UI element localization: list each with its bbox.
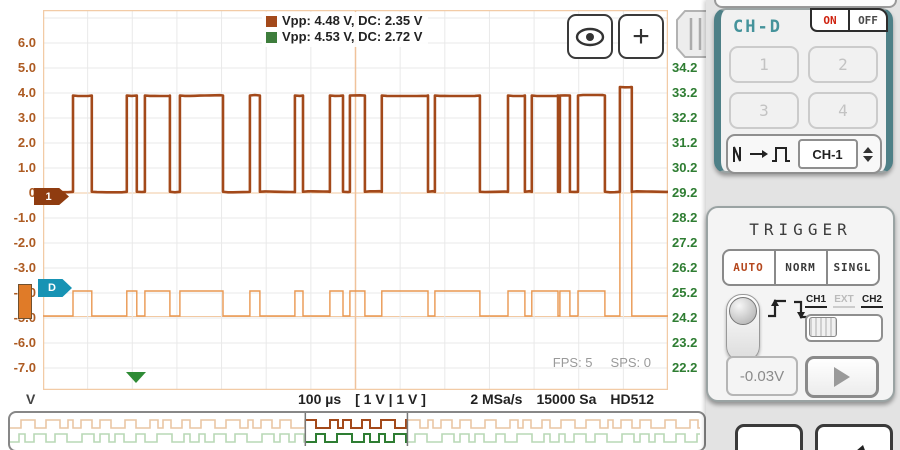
- trigger-time-marker[interactable]: [126, 372, 146, 383]
- right-axis-tick: 22.2: [672, 360, 697, 375]
- sps-value: SPS: 0: [602, 355, 660, 370]
- run-button[interactable]: [805, 356, 879, 398]
- chd-bit-buttons: 1 2 3 4: [721, 46, 886, 129]
- sample-rate: 2 MSa/s: [470, 391, 522, 407]
- ch2-measurements: Vpp: 4.53 V, DC: 2.72 V: [282, 29, 422, 45]
- overview-waveforms: [10, 413, 700, 446]
- trigger-source-labels: CH1 EXT CH2: [805, 294, 883, 308]
- right-axis-tick: 24.2: [672, 310, 697, 325]
- acquisition-info: 2 MSa/s 15000 Sa HD512: [470, 391, 668, 407]
- trigger-mode-auto[interactable]: AUTO: [724, 251, 776, 284]
- add-channel-button[interactable]: +: [618, 14, 664, 59]
- chd-off-button[interactable]: OFF: [850, 10, 886, 30]
- right-axis-tick: 23.2: [672, 335, 697, 350]
- scope-display[interactable]: 6.05.04.03.02.01.00-1.0-2.0-3.0-4.0-5.0-…: [0, 0, 706, 450]
- left-axis-tick: -1.0: [0, 210, 36, 225]
- right-axis-tick: 28.2: [672, 210, 697, 225]
- visibility-button[interactable]: [567, 14, 613, 59]
- signal-generator-button[interactable]: [735, 424, 803, 450]
- left-axis-tick: 2.0: [0, 135, 36, 150]
- coil-icon: [747, 445, 791, 450]
- chd-source-spinner[interactable]: [863, 147, 873, 162]
- timebase-scale[interactable]: 100 µs [ 1 V | 1 V ]: [298, 391, 440, 407]
- left-axis-tick: 1.0: [0, 160, 36, 175]
- chd-bit-1-button[interactable]: 1: [729, 46, 799, 83]
- trigger-mode-singl[interactable]: SINGL: [828, 251, 878, 284]
- waveform-plot[interactable]: [43, 10, 668, 390]
- play-icon: [834, 367, 850, 387]
- chd-onoff-toggle: ON OFF: [810, 8, 888, 32]
- left-axis-tick: -6.0: [0, 335, 36, 350]
- chd-card: CH-D ON OFF 1 2 3 4 CH-1: [714, 8, 893, 173]
- left-axis-tick: 3.0: [0, 110, 36, 125]
- trigger-level-button[interactable]: -0.03V: [726, 356, 798, 396]
- trigger-mode-norm[interactable]: NORM: [776, 251, 828, 284]
- volt-scale-value: [ 1 V | 1 V ]: [355, 391, 426, 407]
- chd-card-title: CH-D: [733, 17, 782, 37]
- left-axis-tick: -2.0: [0, 235, 36, 250]
- chd-source-control[interactable]: CH-1: [726, 134, 882, 174]
- source-ext-label[interactable]: EXT: [833, 294, 854, 308]
- analog-to-digital-icon: [728, 142, 794, 166]
- ch1-measurements: Vpp: 4.48 V, DC: 2.35 V: [282, 13, 422, 29]
- trigger-edge-toggle[interactable]: [726, 294, 760, 362]
- chd-source-select[interactable]: CH-1: [798, 139, 858, 169]
- measurement-legend: Vpp: 4.48 V, DC: 2.35 V Vpp: 4.53 V, DC:…: [262, 12, 428, 47]
- plus-icon: +: [632, 23, 650, 51]
- trigger-card: TRIGGER AUTO NORM SINGL: [706, 206, 895, 402]
- right-axis-tick: 26.2: [672, 260, 697, 275]
- collapsed-card-edge: [714, 0, 897, 8]
- legend-row-ch2: Vpp: 4.53 V, DC: 2.72 V: [266, 29, 422, 45]
- eye-icon: [575, 26, 605, 48]
- chd-bit-3-button[interactable]: 3: [729, 92, 799, 129]
- right-axis-tick: 31.2: [672, 135, 697, 150]
- ch2-color-swatch: [266, 32, 277, 43]
- fps-value: FPS: 5: [544, 355, 602, 370]
- measurements-button[interactable]: [815, 424, 893, 450]
- perf-stats: FPS: 5SPS: 0: [0, 355, 660, 370]
- left-axis-tick: 4.0: [0, 85, 36, 100]
- ch1-color-swatch: [266, 16, 277, 27]
- right-axis-tick: 29.2: [672, 185, 697, 200]
- legend-row-ch1: Vpp: 4.48 V, DC: 2.35 V: [266, 13, 422, 29]
- right-axis-tick: 32.2: [672, 110, 697, 125]
- spinner-down-icon: [863, 156, 873, 162]
- source-ch1-label[interactable]: CH1: [805, 294, 827, 308]
- right-axis-tick: 30.2: [672, 160, 697, 175]
- right-axis-tick: 33.2: [672, 85, 697, 100]
- left-axis-tick: 6.0: [0, 35, 36, 50]
- trigger-mode-segmented: AUTO NORM SINGL: [722, 249, 880, 286]
- trigger-source-slider[interactable]: [805, 314, 883, 342]
- left-axis-tick: -3.0: [0, 260, 36, 275]
- trigger-source-switch: CH1 EXT CH2: [805, 294, 883, 342]
- right-axis-tick: 27.2: [672, 235, 697, 250]
- acq-mode: HD512: [610, 391, 654, 407]
- control-panel: CH-D ON OFF 1 2 3 4 CH-1: [706, 0, 900, 450]
- rising-edge-icon: [766, 296, 788, 322]
- slider-knob[interactable]: [809, 317, 837, 337]
- oscilloscope-app: 6.05.04.03.02.01.00-1.0-2.0-3.0-4.0-5.0-…: [0, 0, 900, 450]
- toggle-knob: [729, 297, 757, 325]
- record-overview-strip[interactable]: [8, 411, 706, 450]
- source-ch2-label[interactable]: CH2: [861, 294, 883, 308]
- chd-bit-2-button[interactable]: 2: [808, 46, 878, 83]
- left-axis-tick: 5.0: [0, 60, 36, 75]
- chd-bit-4-button[interactable]: 4: [808, 92, 878, 129]
- right-axis-tick: 25.2: [672, 285, 697, 300]
- chart-arrow-menu-icon: [830, 443, 878, 450]
- left-axis-tick: 0: [0, 185, 36, 200]
- sample-count: 15000 Sa: [536, 391, 596, 407]
- spinner-up-icon: [863, 147, 873, 153]
- timebase-value: 100 µs: [298, 391, 341, 407]
- chd-on-button[interactable]: ON: [812, 10, 850, 30]
- trigger-title: TRIGGER: [708, 220, 893, 239]
- chd-offset-bar[interactable]: [18, 284, 32, 319]
- left-axis-unit: V: [26, 391, 35, 407]
